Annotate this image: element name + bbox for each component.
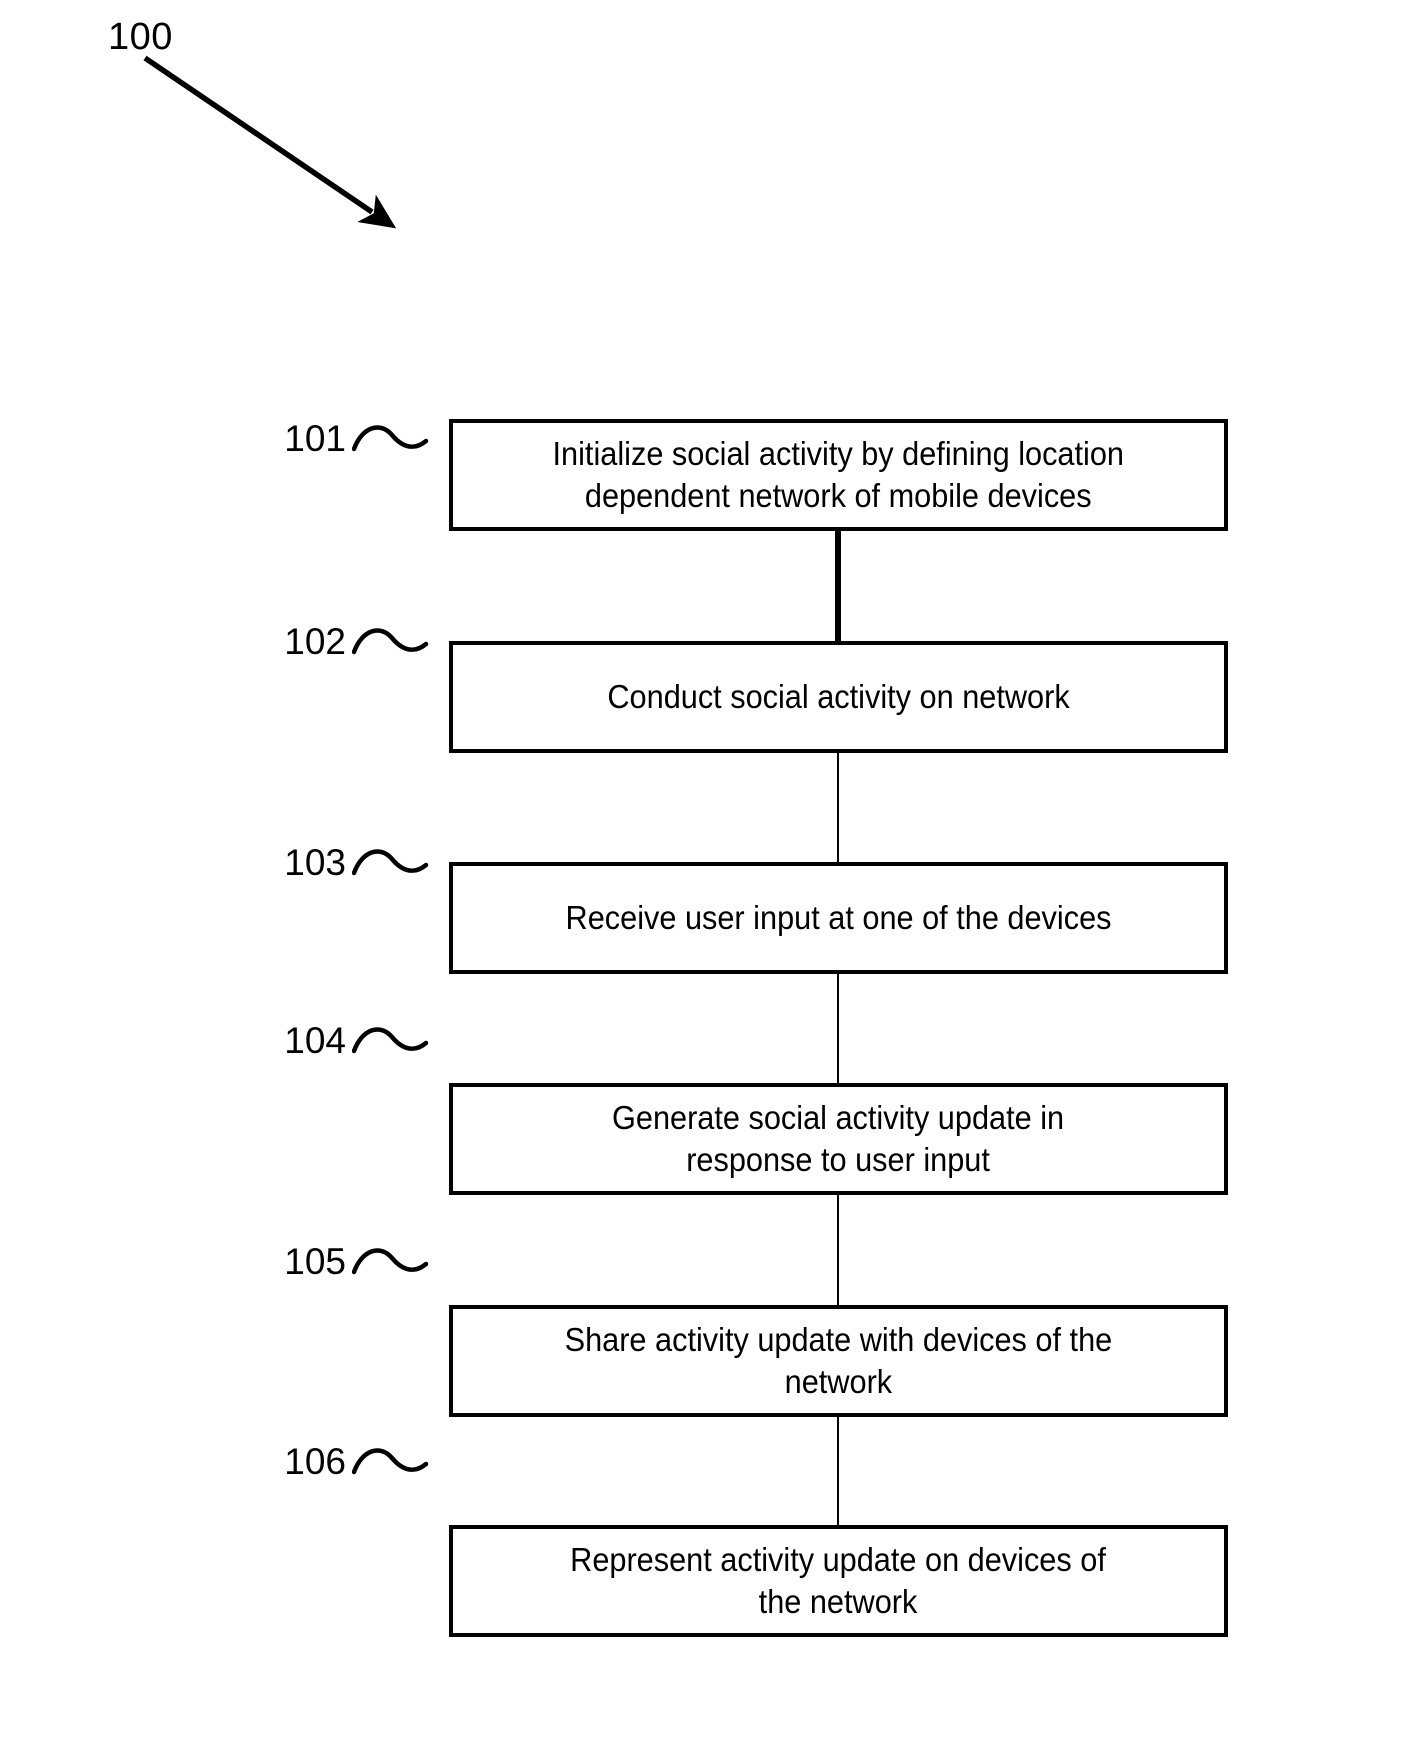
connector-105-to-106: [837, 1415, 839, 1529]
step-text-104: Generate social activity update in respo…: [612, 1098, 1065, 1178]
step-box-103[interactable]: Receive user input at one of the devices: [449, 862, 1228, 974]
connector-103-to-104: [837, 972, 839, 1086]
step-text-106: Represent activity update on devices of …: [570, 1540, 1107, 1620]
squiggle-connector-102-icon: [352, 628, 429, 655]
connector-101-to-102: [835, 528, 841, 644]
step-text-105: Share activity update with devices of th…: [564, 1320, 1113, 1400]
squiggle-connector-103-icon: [352, 849, 429, 876]
connector-104-to-105: [837, 1194, 839, 1308]
step-label-102: 102: [284, 621, 346, 662]
squiggle-connector-104-icon: [352, 1027, 429, 1054]
step-label-103: 103: [284, 842, 346, 883]
squiggle-connector-105-icon: [352, 1248, 429, 1275]
connector-102-to-103: [837, 751, 839, 865]
step-box-105[interactable]: Share activity update with devices of th…: [449, 1305, 1228, 1417]
step-box-101[interactable]: Initialize social activity by defining l…: [449, 419, 1228, 531]
step-box-102[interactable]: Conduct social activity on network: [449, 641, 1228, 753]
step-label-105: 105: [284, 1241, 346, 1282]
step-text-101: Initialize social activity by defining l…: [552, 434, 1125, 514]
lead-arrow-icon: [143, 55, 397, 229]
squiggle-connector-106-icon: [352, 1448, 429, 1475]
squiggle-connector-101-icon: [352, 425, 429, 452]
step-label-106: 106: [284, 1441, 346, 1482]
step-label-104: 104: [284, 1020, 346, 1061]
step-text-103: Receive user input at one of the devices: [565, 898, 1112, 936]
step-text-102: Conduct social activity on network: [607, 677, 1070, 715]
step-box-104[interactable]: Generate social activity update in respo…: [449, 1083, 1228, 1195]
patent-flowchart-figure: 100 101 Initialize social activity by de…: [0, 0, 1421, 1746]
step-box-106[interactable]: Represent activity update on devices of …: [449, 1525, 1228, 1637]
step-label-101: 101: [284, 418, 346, 459]
